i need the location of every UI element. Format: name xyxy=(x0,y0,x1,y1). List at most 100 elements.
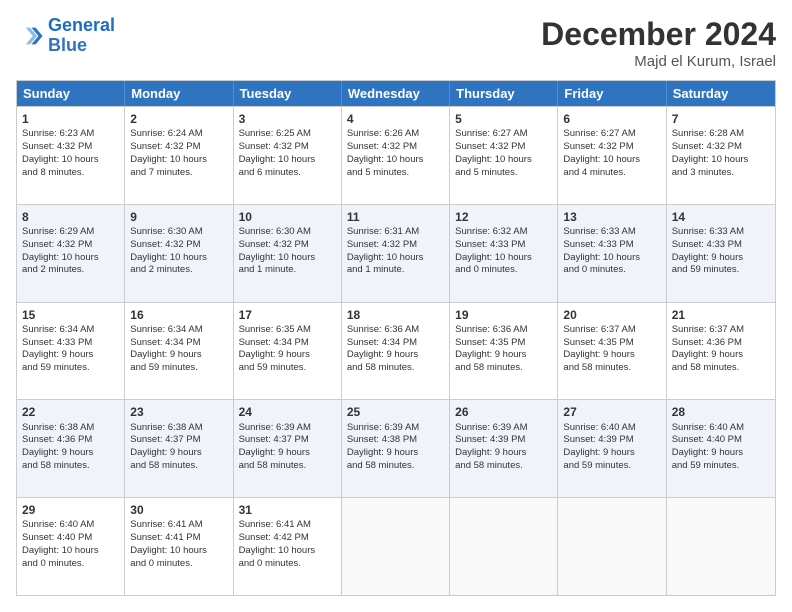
day-info-line: and 1 minute. xyxy=(347,264,444,277)
calendar-row-2: 8Sunrise: 6:29 AMSunset: 4:32 PMDaylight… xyxy=(17,204,775,302)
page: General Blue December 2024 Majd el Kurum… xyxy=(0,0,792,612)
day-info-line: Sunset: 4:32 PM xyxy=(239,239,336,252)
day-info-line: Sunset: 4:32 PM xyxy=(22,141,119,154)
day-cell-19: 19Sunrise: 6:36 AMSunset: 4:35 PMDayligh… xyxy=(450,303,558,400)
day-info-line: Daylight: 10 hours xyxy=(563,154,660,167)
day-info-line: Daylight: 10 hours xyxy=(347,154,444,167)
logo-text: General Blue xyxy=(48,16,115,56)
month-title: December 2024 xyxy=(541,16,776,53)
day-cell-8: 8Sunrise: 6:29 AMSunset: 4:32 PMDaylight… xyxy=(17,205,125,302)
day-info-line: Daylight: 10 hours xyxy=(130,252,227,265)
day-cell-25: 25Sunrise: 6:39 AMSunset: 4:38 PMDayligh… xyxy=(342,400,450,497)
day-info-line: Daylight: 9 hours xyxy=(239,349,336,362)
day-info-line: Sunrise: 6:40 AM xyxy=(563,422,660,435)
day-info-line: Sunset: 4:39 PM xyxy=(563,434,660,447)
day-info-line: Sunset: 4:32 PM xyxy=(563,141,660,154)
day-info-line: Sunrise: 6:41 AM xyxy=(130,519,227,532)
weekday-header-sunday: Sunday xyxy=(17,81,125,106)
day-info-line: Daylight: 9 hours xyxy=(22,349,119,362)
day-number: 14 xyxy=(672,209,770,225)
day-info-line: Sunset: 4:41 PM xyxy=(130,532,227,545)
day-info-line: Sunset: 4:32 PM xyxy=(130,239,227,252)
day-info-line: Sunset: 4:34 PM xyxy=(347,337,444,350)
day-info-line: Sunrise: 6:25 AM xyxy=(239,128,336,141)
day-number: 29 xyxy=(22,502,119,518)
day-info-line: Daylight: 10 hours xyxy=(563,252,660,265)
day-info-line: Daylight: 9 hours xyxy=(563,447,660,460)
day-info-line: and 5 minutes. xyxy=(347,167,444,180)
day-info-line: Daylight: 10 hours xyxy=(22,154,119,167)
day-info-line: Daylight: 9 hours xyxy=(347,447,444,460)
day-info-line: Sunrise: 6:37 AM xyxy=(672,324,770,337)
calendar: SundayMondayTuesdayWednesdayThursdayFrid… xyxy=(16,80,776,596)
day-number: 10 xyxy=(239,209,336,225)
day-info-line: and 1 minute. xyxy=(239,264,336,277)
day-cell-2: 2Sunrise: 6:24 AMSunset: 4:32 PMDaylight… xyxy=(125,107,233,204)
day-info-line: Daylight: 10 hours xyxy=(22,252,119,265)
day-info-line: Sunrise: 6:29 AM xyxy=(22,226,119,239)
day-number: 23 xyxy=(130,404,227,420)
day-info-line: Daylight: 9 hours xyxy=(672,447,770,460)
day-cell-empty-4-6 xyxy=(667,498,775,595)
day-info-line: Sunrise: 6:36 AM xyxy=(347,324,444,337)
day-cell-15: 15Sunrise: 6:34 AMSunset: 4:33 PMDayligh… xyxy=(17,303,125,400)
day-info-line: Sunrise: 6:32 AM xyxy=(455,226,552,239)
day-cell-23: 23Sunrise: 6:38 AMSunset: 4:37 PMDayligh… xyxy=(125,400,233,497)
day-info-line: and 0 minutes. xyxy=(22,558,119,571)
day-info-line: Sunrise: 6:28 AM xyxy=(672,128,770,141)
day-info-line: and 5 minutes. xyxy=(455,167,552,180)
day-info-line: Sunrise: 6:33 AM xyxy=(563,226,660,239)
day-info-line: Sunset: 4:36 PM xyxy=(672,337,770,350)
day-number: 13 xyxy=(563,209,660,225)
day-info-line: Daylight: 9 hours xyxy=(455,447,552,460)
day-info-line: and 58 minutes. xyxy=(239,460,336,473)
day-info-line: Sunrise: 6:34 AM xyxy=(22,324,119,337)
day-info-line: and 59 minutes. xyxy=(239,362,336,375)
day-number: 30 xyxy=(130,502,227,518)
day-cell-10: 10Sunrise: 6:30 AMSunset: 4:32 PMDayligh… xyxy=(234,205,342,302)
calendar-row-3: 15Sunrise: 6:34 AMSunset: 4:33 PMDayligh… xyxy=(17,302,775,400)
day-info-line: and 4 minutes. xyxy=(563,167,660,180)
day-info-line: and 58 minutes. xyxy=(455,460,552,473)
day-number: 21 xyxy=(672,307,770,323)
day-cell-18: 18Sunrise: 6:36 AMSunset: 4:34 PMDayligh… xyxy=(342,303,450,400)
day-info-line: Sunset: 4:33 PM xyxy=(22,337,119,350)
day-cell-29: 29Sunrise: 6:40 AMSunset: 4:40 PMDayligh… xyxy=(17,498,125,595)
day-cell-3: 3Sunrise: 6:25 AMSunset: 4:32 PMDaylight… xyxy=(234,107,342,204)
day-info-line: Daylight: 10 hours xyxy=(239,252,336,265)
day-info-line: Sunset: 4:38 PM xyxy=(347,434,444,447)
day-info-line: Daylight: 9 hours xyxy=(672,252,770,265)
day-number: 9 xyxy=(130,209,227,225)
day-info-line: Sunset: 4:40 PM xyxy=(22,532,119,545)
weekday-header-saturday: Saturday xyxy=(667,81,775,106)
day-info-line: Sunset: 4:33 PM xyxy=(672,239,770,252)
day-info-line: Sunset: 4:33 PM xyxy=(455,239,552,252)
day-info-line: Sunset: 4:35 PM xyxy=(563,337,660,350)
day-info-line: and 58 minutes. xyxy=(22,460,119,473)
logo-icon xyxy=(16,22,44,50)
day-info-line: Sunset: 4:34 PM xyxy=(130,337,227,350)
day-info-line: Daylight: 10 hours xyxy=(130,154,227,167)
day-cell-12: 12Sunrise: 6:32 AMSunset: 4:33 PMDayligh… xyxy=(450,205,558,302)
day-info-line: Sunrise: 6:39 AM xyxy=(347,422,444,435)
day-cell-28: 28Sunrise: 6:40 AMSunset: 4:40 PMDayligh… xyxy=(667,400,775,497)
day-number: 1 xyxy=(22,111,119,127)
day-number: 6 xyxy=(563,111,660,127)
weekday-header-monday: Monday xyxy=(125,81,233,106)
calendar-header: SundayMondayTuesdayWednesdayThursdayFrid… xyxy=(17,81,775,106)
day-info-line: Daylight: 10 hours xyxy=(347,252,444,265)
day-info-line: Daylight: 9 hours xyxy=(455,349,552,362)
day-number: 22 xyxy=(22,404,119,420)
day-number: 17 xyxy=(239,307,336,323)
day-info-line: Sunrise: 6:30 AM xyxy=(130,226,227,239)
weekday-header-thursday: Thursday xyxy=(450,81,558,106)
day-info-line: Daylight: 10 hours xyxy=(672,154,770,167)
header: General Blue December 2024 Majd el Kurum… xyxy=(16,16,776,70)
day-cell-14: 14Sunrise: 6:33 AMSunset: 4:33 PMDayligh… xyxy=(667,205,775,302)
day-info-line: Sunrise: 6:34 AM xyxy=(130,324,227,337)
day-number: 16 xyxy=(130,307,227,323)
day-number: 24 xyxy=(239,404,336,420)
day-info-line: Sunset: 4:32 PM xyxy=(672,141,770,154)
day-cell-empty-4-3 xyxy=(342,498,450,595)
day-info-line: Sunset: 4:32 PM xyxy=(455,141,552,154)
